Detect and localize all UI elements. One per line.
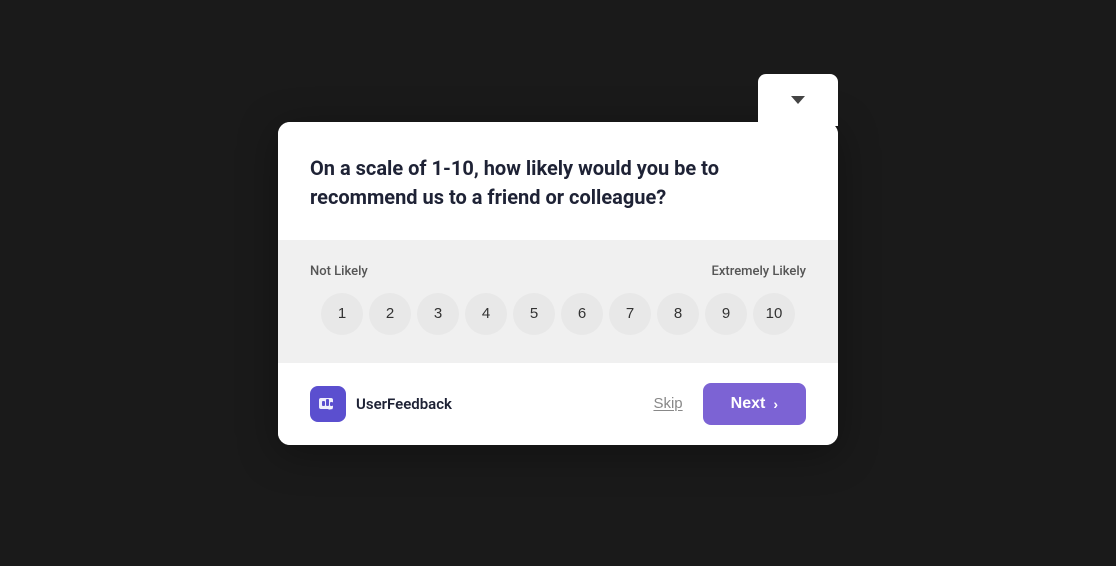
scale-button-3[interactable]: 3	[417, 293, 459, 335]
scale-button-2[interactable]: 2	[369, 293, 411, 335]
scale-max-label: Extremely Likely	[712, 264, 806, 279]
next-button-label: Next	[731, 395, 766, 413]
scale-button-5[interactable]: 5	[513, 293, 555, 335]
skip-button[interactable]: Skip	[653, 395, 682, 412]
scale-button-6[interactable]: 6	[561, 293, 603, 335]
scale-button-8[interactable]: 8	[657, 293, 699, 335]
survey-card: On a scale of 1-10, how likely would you…	[278, 122, 838, 445]
collapse-tab[interactable]	[758, 74, 838, 126]
scale-button-7[interactable]: 7	[609, 293, 651, 335]
next-button[interactable]: Next ›	[703, 383, 806, 425]
brand-logo-svg	[317, 393, 339, 415]
question-section: On a scale of 1-10, how likely would you…	[278, 122, 838, 240]
brand-icon	[310, 386, 346, 422]
scale-button-1[interactable]: 1	[321, 293, 363, 335]
brand-name: UserFeedback	[356, 395, 452, 413]
scale-min-label: Not Likely	[310, 264, 368, 279]
question-text: On a scale of 1-10, how likely would you…	[310, 154, 806, 212]
scale-button-9[interactable]: 9	[705, 293, 747, 335]
scale-button-4[interactable]: 4	[465, 293, 507, 335]
brand: UserFeedback	[310, 386, 452, 422]
scale-button-10[interactable]: 10	[753, 293, 795, 335]
scale-buttons: 12345678910	[310, 293, 806, 335]
survey-widget: On a scale of 1-10, how likely would you…	[278, 122, 838, 445]
footer-actions: Skip Next ›	[653, 383, 806, 425]
scale-section: Not Likely Extremely Likely 12345678910	[278, 240, 838, 363]
footer-section: UserFeedback Skip Next ›	[278, 363, 838, 445]
chevron-right-icon: ›	[773, 396, 778, 412]
scale-labels: Not Likely Extremely Likely	[310, 264, 806, 279]
chevron-down-icon	[791, 96, 805, 104]
